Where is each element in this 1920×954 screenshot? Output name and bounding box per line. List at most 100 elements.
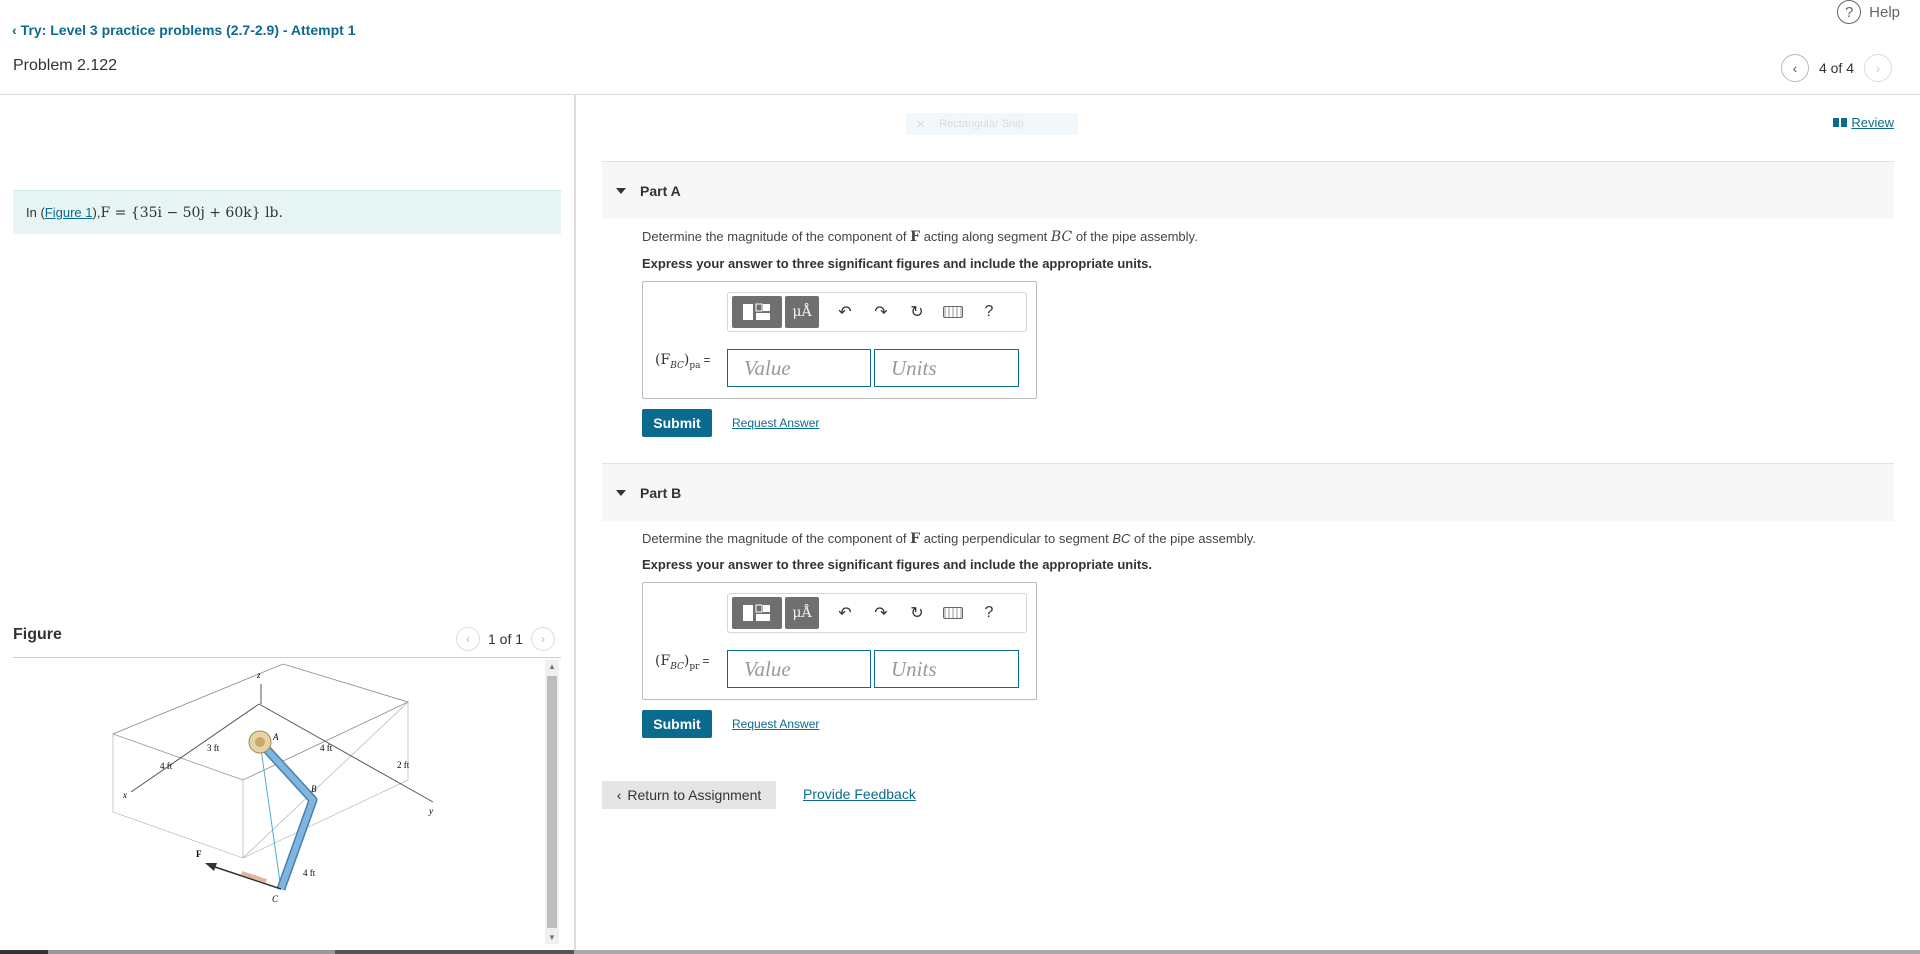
force-arrow-head bbox=[205, 863, 217, 871]
prev-problem-button[interactable]: ‹ bbox=[1780, 54, 1809, 82]
units-button[interactable]: μÅ bbox=[785, 597, 819, 629]
figure-title: Figure bbox=[13, 626, 62, 643]
answer-pane bbox=[576, 95, 1920, 954]
taskbar-strip bbox=[0, 950, 1920, 954]
breadcrumb-label: Try: Level 3 practice problems (2.7-2.9)… bbox=[20, 22, 356, 38]
units-button[interactable]: μÅ bbox=[785, 296, 819, 328]
reset-icon[interactable]: ↻ bbox=[899, 597, 935, 629]
next-problem-button[interactable]: › bbox=[1864, 54, 1892, 82]
return-label: Return to Assignment bbox=[627, 787, 762, 803]
chevron-left-icon: ‹ bbox=[1792, 60, 1798, 76]
return-to-assignment-button[interactable]: ‹ Return to Assignment bbox=[602, 781, 776, 809]
part-b-answer-box: μÅ ↶ ↷ ↻ ? (FBC)pr = Value Units bbox=[642, 582, 1037, 700]
caret-down-icon bbox=[616, 187, 626, 194]
part-b-units-input[interactable]: Units bbox=[874, 650, 1019, 688]
point-label-a: A bbox=[272, 732, 279, 742]
part-b-submit-button[interactable]: Submit bbox=[642, 710, 712, 738]
box-face bbox=[112, 733, 244, 859]
reset-icon[interactable]: ↻ bbox=[899, 296, 935, 328]
next-figure-button[interactable]: › bbox=[531, 627, 556, 651]
label-subscript: BC bbox=[670, 661, 684, 672]
snip-label: Rectangular Snip bbox=[939, 118, 1024, 130]
dim-label-3ft: 3 ft bbox=[207, 743, 220, 753]
chevron-right-icon: › bbox=[1875, 60, 1881, 76]
question-force-symbol: F bbox=[910, 531, 921, 547]
snip-overlay: ✕ Rectangular Snip bbox=[906, 113, 1078, 135]
part-a-units-input[interactable]: Units bbox=[874, 349, 1019, 387]
question-middle: acting along segment bbox=[923, 229, 1048, 244]
figure-divider bbox=[13, 657, 561, 658]
undo-icon[interactable]: ↶ bbox=[827, 597, 863, 629]
part-a-request-answer-link[interactable]: Request Answer bbox=[732, 416, 819, 430]
chevron-left-icon: ‹ bbox=[12, 22, 17, 38]
problem-pager: ‹ 4 of 4 › bbox=[1780, 54, 1892, 82]
force-formula: F = {35i − 50j + 60k} lb. bbox=[100, 204, 283, 221]
part-b-request-answer-link[interactable]: Request Answer bbox=[732, 717, 819, 731]
part-b-header[interactable]: Part B bbox=[602, 463, 1894, 521]
box-side bbox=[242, 701, 409, 859]
dim-label-4ft-vertical: 4 ft bbox=[303, 868, 316, 878]
question-prefix: Determine the magnitude of the component… bbox=[642, 229, 907, 244]
templates-button[interactable] bbox=[732, 597, 782, 629]
breadcrumb[interactable]: ‹ Try: Level 3 practice problems (2.7-2.… bbox=[12, 22, 355, 38]
question-suffix: of the pipe assembly. bbox=[1134, 531, 1256, 546]
math-toolbar: μÅ ↶ ↷ ↻ ? bbox=[727, 292, 1027, 332]
part-a-header[interactable]: Part A bbox=[602, 161, 1894, 219]
problem-statement: In ( Figure 1 ), F = {35i − 50j + 60k} l… bbox=[13, 190, 561, 234]
keyboard-button[interactable] bbox=[935, 296, 971, 328]
review-link[interactable]: Review bbox=[1833, 115, 1894, 130]
keyboard-icon bbox=[943, 607, 963, 619]
z-axis-label: z bbox=[256, 670, 261, 680]
part-b-instruction: Express your answer to three significant… bbox=[642, 557, 1152, 572]
force-arrow-shaft bbox=[214, 866, 282, 890]
math-toolbar: μÅ ↶ ↷ ↻ ? bbox=[727, 593, 1027, 633]
templates-button[interactable] bbox=[732, 296, 782, 328]
question-suffix: of the pipe assembly. bbox=[1075, 229, 1198, 244]
part-b-answer-label: (FBC)pr = bbox=[655, 653, 709, 672]
templates-icon bbox=[743, 303, 770, 320]
help-link[interactable]: ? Help bbox=[1837, 0, 1900, 24]
keyboard-button[interactable] bbox=[935, 597, 971, 629]
page-title: Problem 2.122 bbox=[13, 57, 118, 74]
label-equals: = bbox=[702, 654, 710, 668]
question-force-symbol: F bbox=[910, 229, 921, 245]
snip-icon: ✕ bbox=[916, 118, 926, 131]
part-a-submit-button[interactable]: Submit bbox=[642, 409, 712, 437]
part-b-title: Part B bbox=[640, 484, 682, 501]
question-prefix: Determine the magnitude of the component… bbox=[642, 531, 907, 546]
figure-pager: ‹ 1 of 1 › bbox=[456, 627, 556, 651]
question-segment: BC bbox=[1050, 229, 1073, 245]
force-label: F bbox=[196, 849, 202, 859]
redo-icon[interactable]: ↷ bbox=[863, 597, 899, 629]
pipe-segment bbox=[257, 739, 316, 891]
scroll-thumb[interactable] bbox=[547, 676, 557, 928]
prev-figure-button[interactable]: ‹ bbox=[456, 627, 480, 651]
provide-feedback-link[interactable]: Provide Feedback bbox=[803, 786, 916, 802]
templates-icon bbox=[743, 604, 770, 621]
part-b-question: Determine the magnitude of the component… bbox=[642, 531, 1256, 547]
keyboard-icon bbox=[943, 306, 963, 318]
part-b-value-input[interactable]: Value bbox=[727, 650, 871, 688]
problem-prefix: In ( bbox=[26, 205, 45, 220]
figure-image: z x y 4 ft 3 ft 4 ft 2 ft 4 ft A B C F bbox=[13, 662, 543, 952]
part-a-value-input[interactable]: Value bbox=[727, 349, 871, 387]
scroll-up-icon[interactable]: ▲ bbox=[548, 662, 556, 671]
scroll-down-icon[interactable]: ▼ bbox=[548, 933, 556, 942]
figure-link[interactable]: Figure 1 bbox=[45, 205, 93, 220]
point-label-b: B bbox=[311, 784, 317, 794]
redo-icon[interactable]: ↷ bbox=[863, 296, 899, 328]
dim-label-2ft: 2 ft bbox=[397, 760, 410, 770]
figure-scrollbar[interactable]: ▲ ▼ bbox=[545, 660, 559, 944]
help-icon[interactable]: ? bbox=[971, 597, 1007, 629]
help-label: Help bbox=[1869, 3, 1900, 21]
help-icon: ? bbox=[1837, 0, 1862, 24]
label-open: (F bbox=[655, 653, 671, 669]
dim-label-4ft-left: 4 ft bbox=[160, 761, 173, 771]
label-subscript-pa: pa bbox=[689, 360, 701, 371]
part-a-answer-label: (FBC)pa = bbox=[655, 352, 710, 371]
help-icon[interactable]: ? bbox=[971, 296, 1007, 328]
y-axis bbox=[258, 703, 434, 803]
label-open: (F bbox=[655, 352, 671, 368]
undo-icon[interactable]: ↶ bbox=[827, 296, 863, 328]
part-a-question: Determine the magnitude of the component… bbox=[642, 229, 1198, 245]
